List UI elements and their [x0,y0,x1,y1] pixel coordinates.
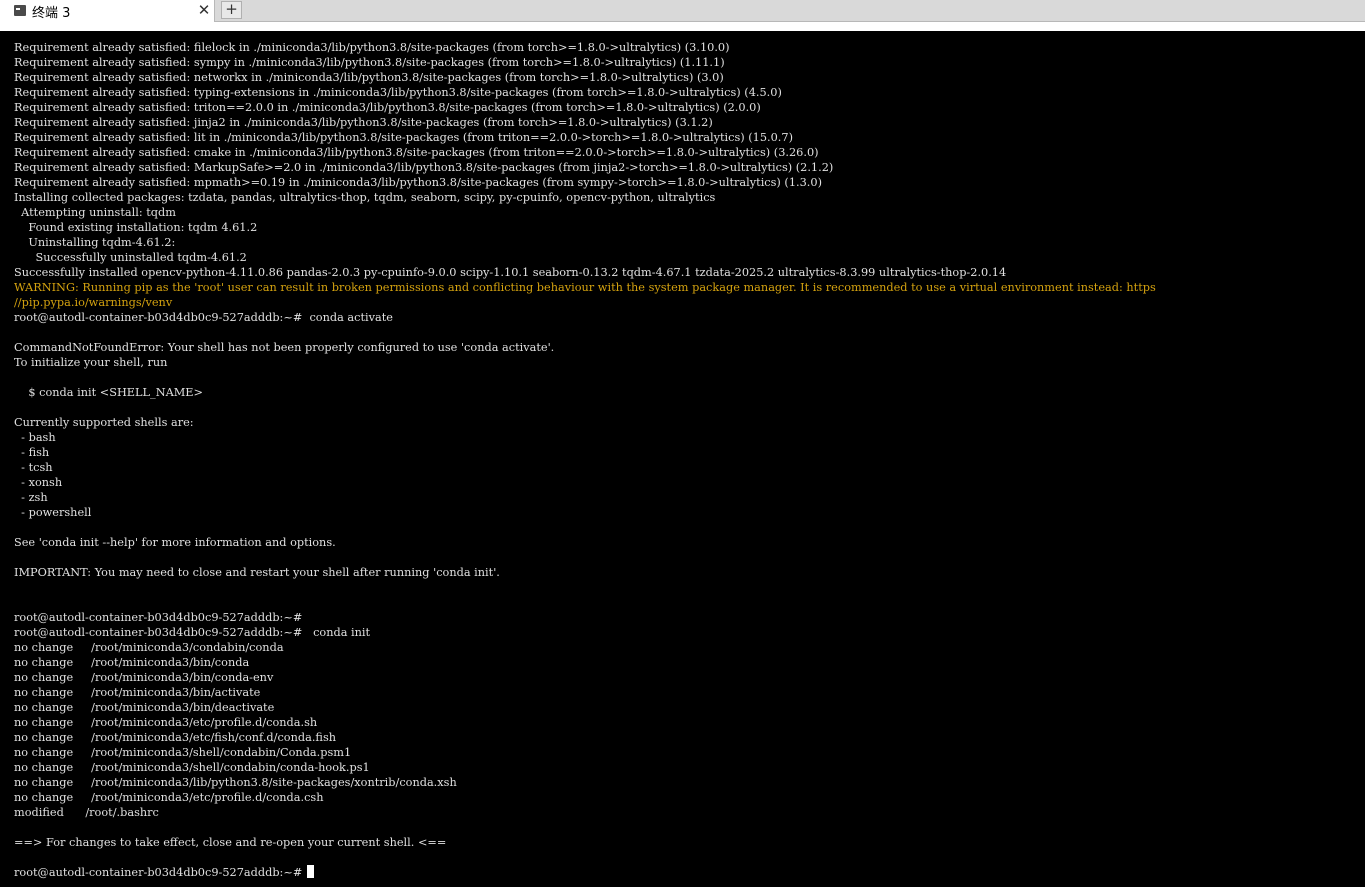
output-line: no change /root/miniconda3/bin/conda-env [14,671,274,684]
output-line: Attempting uninstall: tqdm [14,206,176,219]
output-line: Uninstalling tqdm-4.61.2: [14,236,176,249]
output-line: IMPORTANT: You may need to close and res… [14,566,500,579]
output-line: Requirement already satisfied: mpmath>=0… [14,176,822,189]
output-line: Installing collected packages: tzdata, p… [14,191,716,204]
terminal-window: 终端 3 ✕ + Requirement already satisfied: … [0,0,1365,887]
output-line: Successfully uninstalled tqdm-4.61.2 [14,251,247,264]
warning-line: //pip.pypa.io/warnings/venv [14,296,173,309]
output-line: Requirement already satisfied: typing-ex… [14,86,782,99]
output-line: no change /root/miniconda3/shell/condabi… [14,746,352,759]
prompt-line: root@autodl-container-b03d4db0c9-527addd… [14,311,393,324]
output-line: Requirement already satisfied: sympy in … [14,56,725,69]
output-line: Successfully installed opencv-python-4.1… [14,266,1007,279]
output-line: Requirement already satisfied: filelock … [14,41,730,54]
output-line: - powershell [14,506,92,519]
tab-separator [0,22,1365,31]
output-line: modified /root/.bashrc [14,806,159,819]
output-line: no change /root/miniconda3/bin/activate [14,686,261,699]
terminal-output[interactable]: Requirement already satisfied: filelock … [0,31,1365,887]
output-line: no change /root/miniconda3/etc/fish/conf… [14,731,337,744]
output-line: CommandNotFoundError: Your shell has not… [14,341,555,354]
output-line: no change /root/miniconda3/condabin/cond… [14,641,284,654]
output-line: - tcsh [14,461,53,474]
tab-title: 终端 3 [32,6,71,21]
prompt-text: root@autodl-container-b03d4db0c9-527addd… [14,866,306,879]
output-line: no change /root/miniconda3/etc/profile.d… [14,716,318,729]
prompt-line: root@autodl-container-b03d4db0c9-527addd… [14,611,303,624]
prompt-line: root@autodl-container-b03d4db0c9-527addd… [14,626,371,639]
output-line: no change /root/miniconda3/etc/profile.d… [14,791,324,804]
output-line: Currently supported shells are: [14,416,194,429]
current-prompt-line[interactable]: root@autodl-container-b03d4db0c9-527addd… [14,865,1156,880]
terminal-icon [14,5,26,16]
tab-bar: 终端 3 ✕ + [0,0,1365,22]
warning-line: WARNING: Running pip as the 'root' user … [14,281,1156,294]
output-line: $ conda init <SHELL_NAME> [14,386,204,399]
output-line: See 'conda init --help' for more informa… [14,536,336,549]
new-tab-button[interactable]: + [221,1,242,19]
output-line: Requirement already satisfied: triton==2… [14,101,761,114]
output-line: Requirement already satisfied: jinja2 in… [14,116,713,129]
output-line: no change /root/miniconda3/bin/conda [14,656,250,669]
output-line: Requirement already satisfied: lit in ./… [14,131,793,144]
output-line: Requirement already satisfied: cmake in … [14,146,819,159]
close-icon[interactable]: ✕ [196,1,212,19]
tab-terminal-3[interactable]: 终端 3 ✕ [0,0,215,22]
output-line: no change /root/miniconda3/lib/python3.8… [14,776,457,789]
output-line: - zsh [14,491,48,504]
output-line: no change /root/miniconda3/shell/condabi… [14,761,370,774]
output-line: - bash [14,431,56,444]
output-line: Requirement already satisfied: networkx … [14,71,724,84]
output-line: Requirement already satisfied: MarkupSaf… [14,161,834,174]
output-line: Found existing installation: tqdm 4.61.2 [14,221,258,234]
output-line: To initialize your shell, run [14,356,168,369]
output-line: ==> For changes to take effect, close an… [14,836,447,849]
output-line: no change /root/miniconda3/bin/deactivat… [14,701,275,714]
terminal-lines: Requirement already satisfied: filelock … [14,40,1156,880]
output-line: - fish [14,446,50,459]
output-line: - xonsh [14,476,63,489]
text-cursor [306,865,314,878]
